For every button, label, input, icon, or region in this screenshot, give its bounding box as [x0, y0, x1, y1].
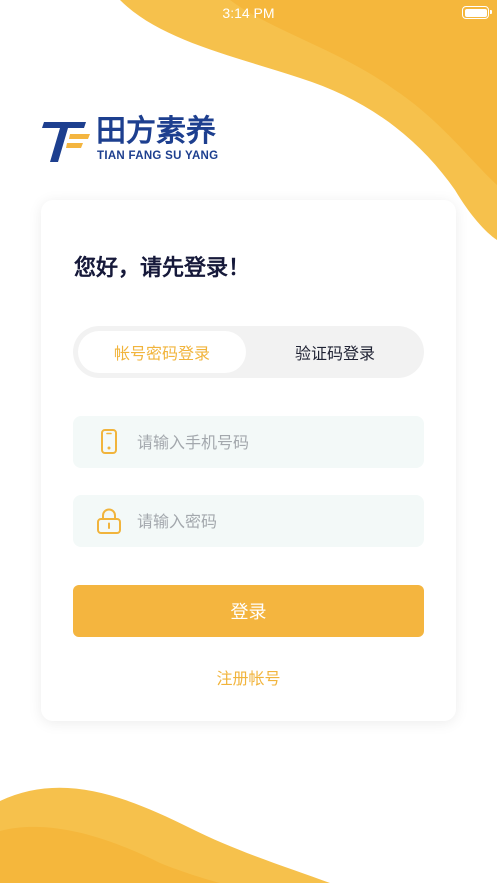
status-bar: 3:14 PM: [0, 0, 497, 26]
battery-icon: [462, 6, 492, 19]
password-input[interactable]: [137, 495, 407, 547]
tab-verification-code[interactable]: 验证码登录: [251, 331, 419, 373]
phone-input[interactable]: [137, 416, 407, 468]
app-logo: 田方素养 TIAN FANG SU YANG: [40, 116, 240, 168]
login-button[interactable]: 登录: [73, 585, 424, 637]
logo-tf-mark-icon: [42, 122, 90, 162]
logo-english-name: TIAN FANG SU YANG: [97, 150, 219, 162]
lock-icon: [97, 508, 121, 534]
status-time: 3:14 PM: [222, 5, 275, 21]
logo-chinese-name: 田方素养: [96, 114, 216, 149]
register-account-link[interactable]: 注册帐号: [41, 665, 456, 689]
tab-account-password[interactable]: 帐号密码登录: [78, 331, 246, 373]
password-field: [73, 495, 424, 547]
greeting-title: 您好，请先登录！: [74, 256, 251, 281]
login-method-tabs: 帐号密码登录 验证码登录: [73, 326, 424, 378]
phone-icon: [101, 429, 117, 454]
login-card: 您好，请先登录！ 帐号密码登录 验证码登录 登录 注册帐号: [41, 200, 456, 721]
bottom-wave-decoration: [0, 787, 330, 883]
phone-field: [73, 416, 424, 468]
